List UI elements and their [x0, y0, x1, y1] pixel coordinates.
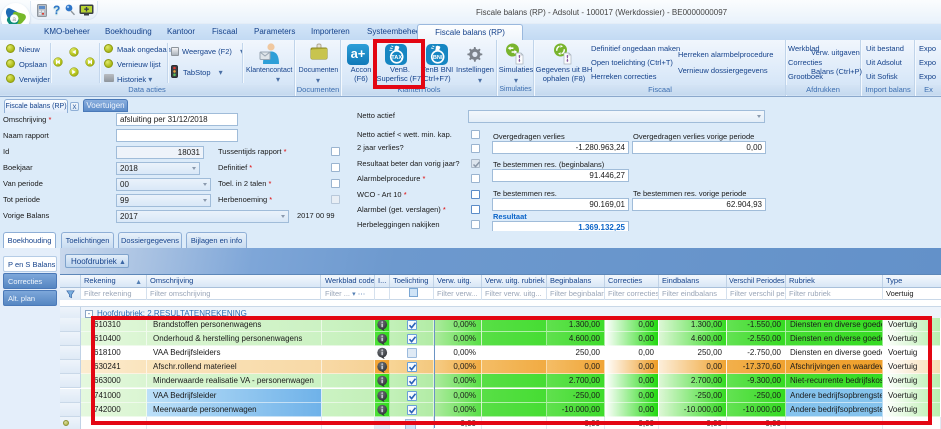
svg-text:BNI: BNI [433, 55, 443, 61]
svg-text:a: a [12, 16, 16, 23]
